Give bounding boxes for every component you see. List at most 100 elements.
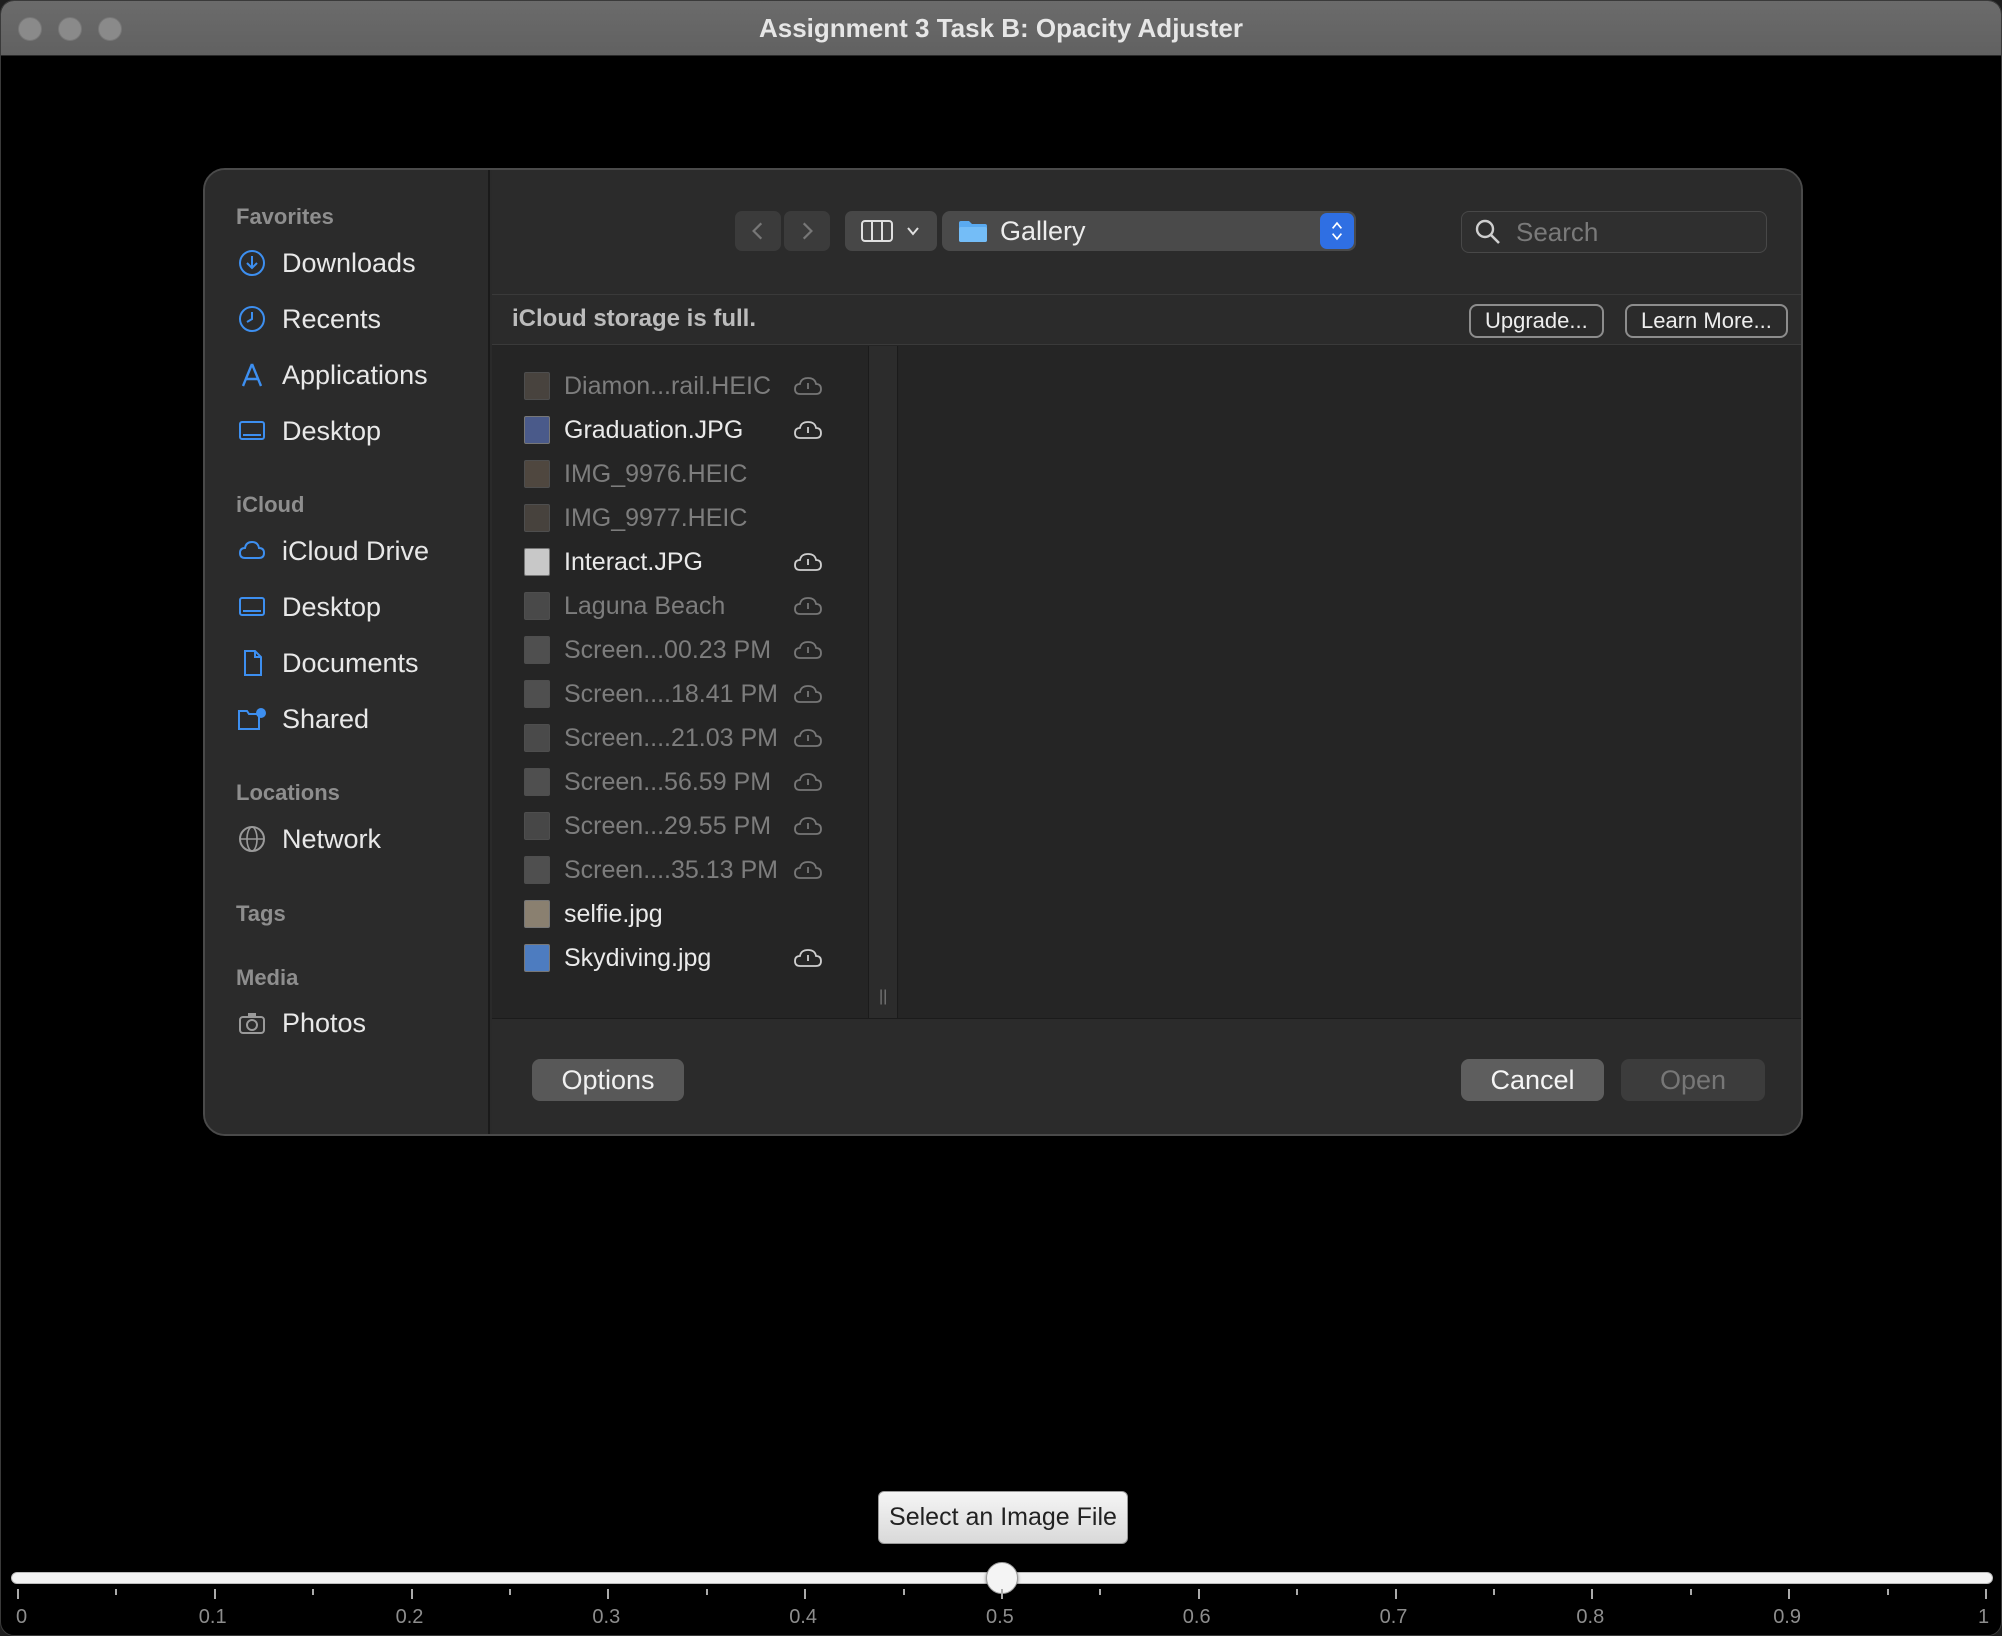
sidebar-item-desktop[interactable]: Desktop: [236, 409, 381, 453]
slider-tick: [705, 1589, 708, 1595]
file-thumbnail-icon: [524, 636, 550, 664]
search-input[interactable]: [1516, 216, 1746, 248]
file-list-item: IMG_9977.HEIC: [524, 498, 844, 538]
icloud-download-icon[interactable]: [792, 682, 824, 706]
chevron-left-icon: [752, 222, 763, 240]
icloud-download-icon[interactable]: [792, 418, 824, 442]
file-thumbnail-icon: [524, 548, 550, 576]
sidebar-item-label: Documents: [282, 647, 419, 678]
file-thumbnail-icon: [524, 460, 550, 488]
globe-icon: [236, 823, 268, 855]
file-thumbnail-icon: [524, 680, 550, 708]
open-file-dialog: Favorites Downloads Recents Applications Des…: [203, 168, 1803, 1136]
slider-tick: [115, 1589, 118, 1595]
view-mode-button[interactable]: [845, 211, 937, 251]
slider-tick: [1591, 1589, 1594, 1599]
location-popup[interactable]: Gallery: [942, 211, 1356, 251]
updown-chevron-icon: [1320, 213, 1354, 249]
file-list-item: Screen...29.55 PM: [524, 806, 844, 846]
icloud-download-icon[interactable]: [792, 770, 824, 794]
clock-icon: [236, 303, 268, 335]
sidebar-item-label: Applications: [282, 359, 428, 390]
back-button[interactable]: [735, 211, 781, 251]
sidebar-item-desktop[interactable]: Desktop: [236, 585, 381, 629]
icloud-download-icon[interactable]: [792, 858, 824, 882]
preview-pane: [899, 346, 1801, 1018]
sidebar-item-applications[interactable]: Applications: [236, 353, 428, 397]
cloud-icon: [236, 535, 268, 567]
window-title: Assignment 3 Task B: Opacity Adjuster: [758, 13, 1243, 43]
file-list-item: Laguna Beach: [524, 586, 844, 626]
camera-icon: [236, 1007, 268, 1039]
document-icon: [236, 647, 268, 679]
file-list-item[interactable]: Interact.JPG: [524, 542, 844, 582]
icloud-download-icon[interactable]: [792, 594, 824, 618]
sidebar-section-favorites: Favorites: [236, 204, 334, 229]
sidebar-item-label: iCloud Drive: [282, 535, 430, 566]
file-name: Screen...29.55 PM: [564, 811, 772, 840]
folder-icon: [959, 221, 987, 242]
sidebar-item-network[interactable]: Network: [236, 817, 381, 861]
file-name: Screen...56.59 PM: [564, 767, 772, 796]
sidebar-item-shared[interactable]: Shared: [236, 697, 369, 741]
slider-tick-label: 0.2: [395, 1606, 424, 1628]
upgrade-button[interactable]: Upgrade...: [1469, 304, 1604, 338]
select-image-file-button[interactable]: Select an Image File: [878, 1491, 1128, 1544]
slider-tick: [1296, 1589, 1299, 1595]
sidebar: Favorites Downloads Recents Applications Des…: [205, 170, 490, 1134]
file-name: IMG_9977.HEIC: [564, 503, 748, 532]
file-list-item[interactable]: Skydiving.jpg: [524, 938, 844, 978]
icloud-download-icon[interactable]: [792, 550, 824, 574]
file-name: selfie.jpg: [564, 899, 663, 928]
slider-tick-label: 0.5: [986, 1606, 1014, 1628]
sidebar-item-recents[interactable]: Recents: [236, 297, 381, 341]
sidebar-item-label: Downloads: [282, 247, 416, 278]
sidebar-item-downloads[interactable]: Downloads: [236, 241, 416, 285]
open-button[interactable]: Open: [1621, 1059, 1765, 1101]
slider-tick-label: 0: [16, 1606, 28, 1628]
desktop-icon: [236, 415, 268, 447]
browser-pane: Gallery iCloud storage is full. Upgrade.…: [492, 170, 1801, 1134]
file-name: Diamon...rail.HEIC: [564, 371, 771, 400]
learn-more-button[interactable]: Learn More...: [1625, 304, 1788, 338]
applications-icon: [236, 359, 268, 391]
file-list-item[interactable]: selfie.jpg: [524, 894, 844, 934]
slider-tick: [1394, 1589, 1397, 1599]
sidebar-item-documents[interactable]: Documents: [236, 641, 419, 685]
file-list-item[interactable]: Graduation.JPG: [524, 410, 844, 450]
slider-tick: [213, 1589, 216, 1599]
desktop-icon: [236, 591, 268, 623]
cancel-button[interactable]: Cancel: [1461, 1059, 1604, 1101]
file-name: Screen....35.13 PM: [564, 855, 779, 884]
file-thumbnail-icon: [524, 856, 550, 884]
icloud-download-icon[interactable]: [792, 374, 824, 398]
column-resize-handle[interactable]: ||: [868, 346, 898, 1018]
slider-tick: [1197, 1589, 1200, 1599]
search-icon: [1475, 219, 1500, 244]
file-name: Skydiving.jpg: [564, 943, 712, 972]
icloud-download-icon[interactable]: [792, 726, 824, 750]
slider-tick-label: 1: [1978, 1606, 1990, 1628]
slider-tick: [1001, 1589, 1003, 1599]
sidebar-item-label: Desktop: [282, 591, 382, 622]
slider-tick: [1099, 1589, 1102, 1595]
sidebar-item-icloud-drive[interactable]: iCloud Drive: [236, 529, 429, 573]
sidebar-item-label: Photos: [282, 1007, 367, 1038]
slider-tick: [509, 1589, 511, 1595]
forward-button[interactable]: [784, 211, 830, 251]
file-name: Screen....18.41 PM: [564, 679, 779, 708]
slider-tick: [410, 1589, 413, 1599]
download-icon: [236, 247, 268, 279]
icloud-download-icon[interactable]: [792, 638, 824, 662]
slider-tick: [902, 1589, 905, 1595]
file-name: Interact.JPG: [564, 547, 703, 576]
file-thumbnail-icon: [524, 812, 550, 840]
file-thumbnail-icon: [524, 416, 550, 444]
slider-tick: [1788, 1589, 1791, 1599]
slider-tick: [1886, 1589, 1889, 1595]
options-button[interactable]: Options: [532, 1059, 684, 1101]
icloud-download-icon[interactable]: [792, 814, 824, 838]
sidebar-item-photos[interactable]: Photos: [236, 1001, 366, 1045]
search-field[interactable]: [1461, 211, 1767, 253]
icloud-download-icon[interactable]: [792, 946, 824, 970]
